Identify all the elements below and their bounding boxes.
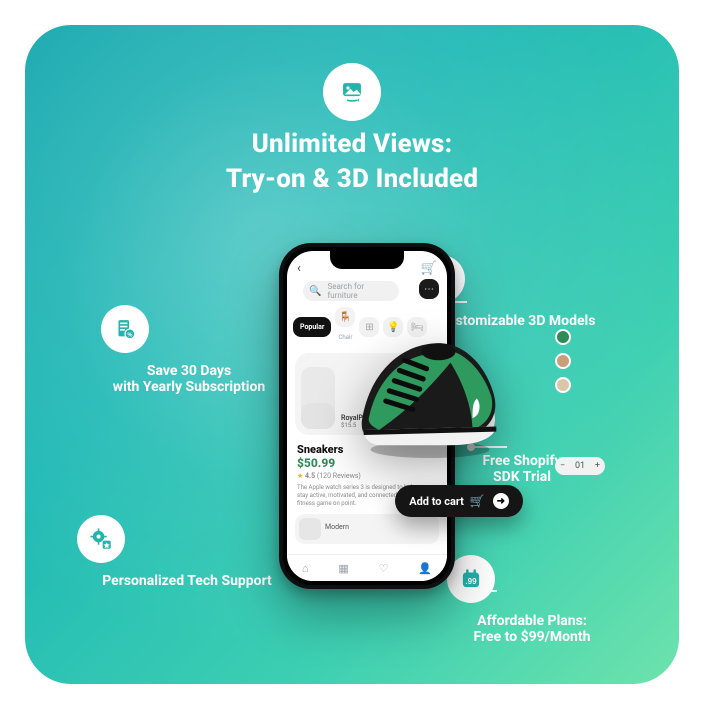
feature-support: Personalized Tech Support	[77, 515, 297, 589]
hero-card-label: RoyalPo$15.5	[341, 414, 367, 429]
connector-line	[465, 590, 497, 592]
gear-star-icon	[77, 515, 125, 563]
chip-lamp[interactable]: 💡	[383, 317, 403, 337]
search-placeholder: Search for furniture	[327, 282, 393, 300]
chip-table[interactable]: ⊞	[359, 317, 379, 337]
product-price: $50.99	[297, 456, 437, 470]
svg-text:%: %	[127, 332, 132, 338]
search-input[interactable]: 🔍 Search for furniture	[303, 281, 399, 301]
nav-home-icon[interactable]: ⌂	[302, 562, 309, 575]
product-title: Sneakers	[297, 443, 437, 456]
promo-card: Unlimited Views: Try-on & 3D Included % …	[25, 25, 679, 684]
cart-arrow-icon: ➜	[493, 493, 509, 509]
connector-line	[475, 446, 507, 448]
quantity-stepper[interactable]: − 01 +	[555, 457, 605, 475]
feature-save: % Save 30 Days with Yearly Subscription	[101, 305, 277, 395]
feature-plans-text: Affordable Plans: Free to $99/Month	[447, 613, 617, 645]
bottom-nav: ⌂ ▦ ♡ 👤	[287, 554, 447, 581]
connector-dot	[457, 587, 465, 595]
back-icon[interactable]: ‹	[297, 261, 301, 276]
qty-plus[interactable]: +	[595, 461, 600, 471]
price-badge-text: .99	[465, 577, 477, 586]
image-rotate-icon	[323, 63, 381, 121]
sdk-badge-text: SDK	[455, 410, 488, 429]
product-rating: ★ 4.5 (120 Reviews)	[297, 472, 437, 480]
filter-button[interactable]: ⋯	[419, 279, 439, 299]
phone-notch	[330, 251, 404, 269]
chip-chair[interactable]: 🪑	[335, 307, 355, 327]
thumb-2[interactable]	[301, 403, 335, 429]
swatch-tan[interactable]	[555, 353, 571, 369]
phone-mockup: ‹ 🛒 🔍 Search for furniture ⋯ Popular 🪑Ch…	[279, 243, 455, 589]
receipt-percent-icon: %	[101, 305, 149, 353]
feature-save-text: Save 30 Days with Yearly Subscription	[101, 363, 277, 395]
swatch-beige[interactable]	[555, 377, 571, 393]
add-to-cart-label: Add to cart	[409, 495, 464, 508]
headline-line1: Unlimited Views:	[25, 129, 679, 160]
feature-plans: .99 Affordable Plans: Free to $99/Month	[447, 555, 617, 645]
headline: Unlimited Views: Try-on & 3D Included	[25, 129, 679, 195]
mini-card-label: Modern	[325, 523, 349, 531]
header-icon-wrap	[323, 63, 381, 121]
mini-card[interactable]: Modern	[295, 514, 439, 544]
color-swatches	[555, 321, 571, 401]
phone-screen: ‹ 🛒 🔍 Search for furniture ⋯ Popular 🪑Ch…	[287, 251, 447, 581]
category-chips: Popular 🪑Chair ⊞ 💡 🛏	[293, 307, 441, 347]
nav-heart-icon[interactable]: ♡	[379, 562, 389, 575]
qty-value: 01	[575, 461, 585, 471]
headline-line2: Try-on & 3D Included	[25, 164, 679, 195]
mini-thumb	[299, 518, 321, 540]
chip-bed[interactable]: 🛏	[407, 317, 427, 337]
nav-user-icon[interactable]: 👤	[418, 562, 432, 575]
star-icon: ★	[297, 472, 303, 480]
nav-grid-icon[interactable]: ▦	[338, 562, 348, 575]
hero-card[interactable]: RoyalPo$15.5	[295, 353, 439, 435]
chip-popular[interactable]: Popular	[293, 317, 331, 337]
cart-icon: 🛒	[470, 494, 485, 508]
cart-icon[interactable]: 🛒	[421, 261, 437, 276]
connector-dot	[467, 443, 475, 451]
qty-minus[interactable]: −	[560, 461, 565, 471]
swatch-green[interactable]	[555, 329, 571, 345]
search-icon: 🔍	[309, 286, 321, 297]
add-to-cart-button[interactable]: Add to cart 🛒 ➜	[395, 485, 523, 517]
feature-support-text: Personalized Tech Support	[77, 573, 297, 589]
